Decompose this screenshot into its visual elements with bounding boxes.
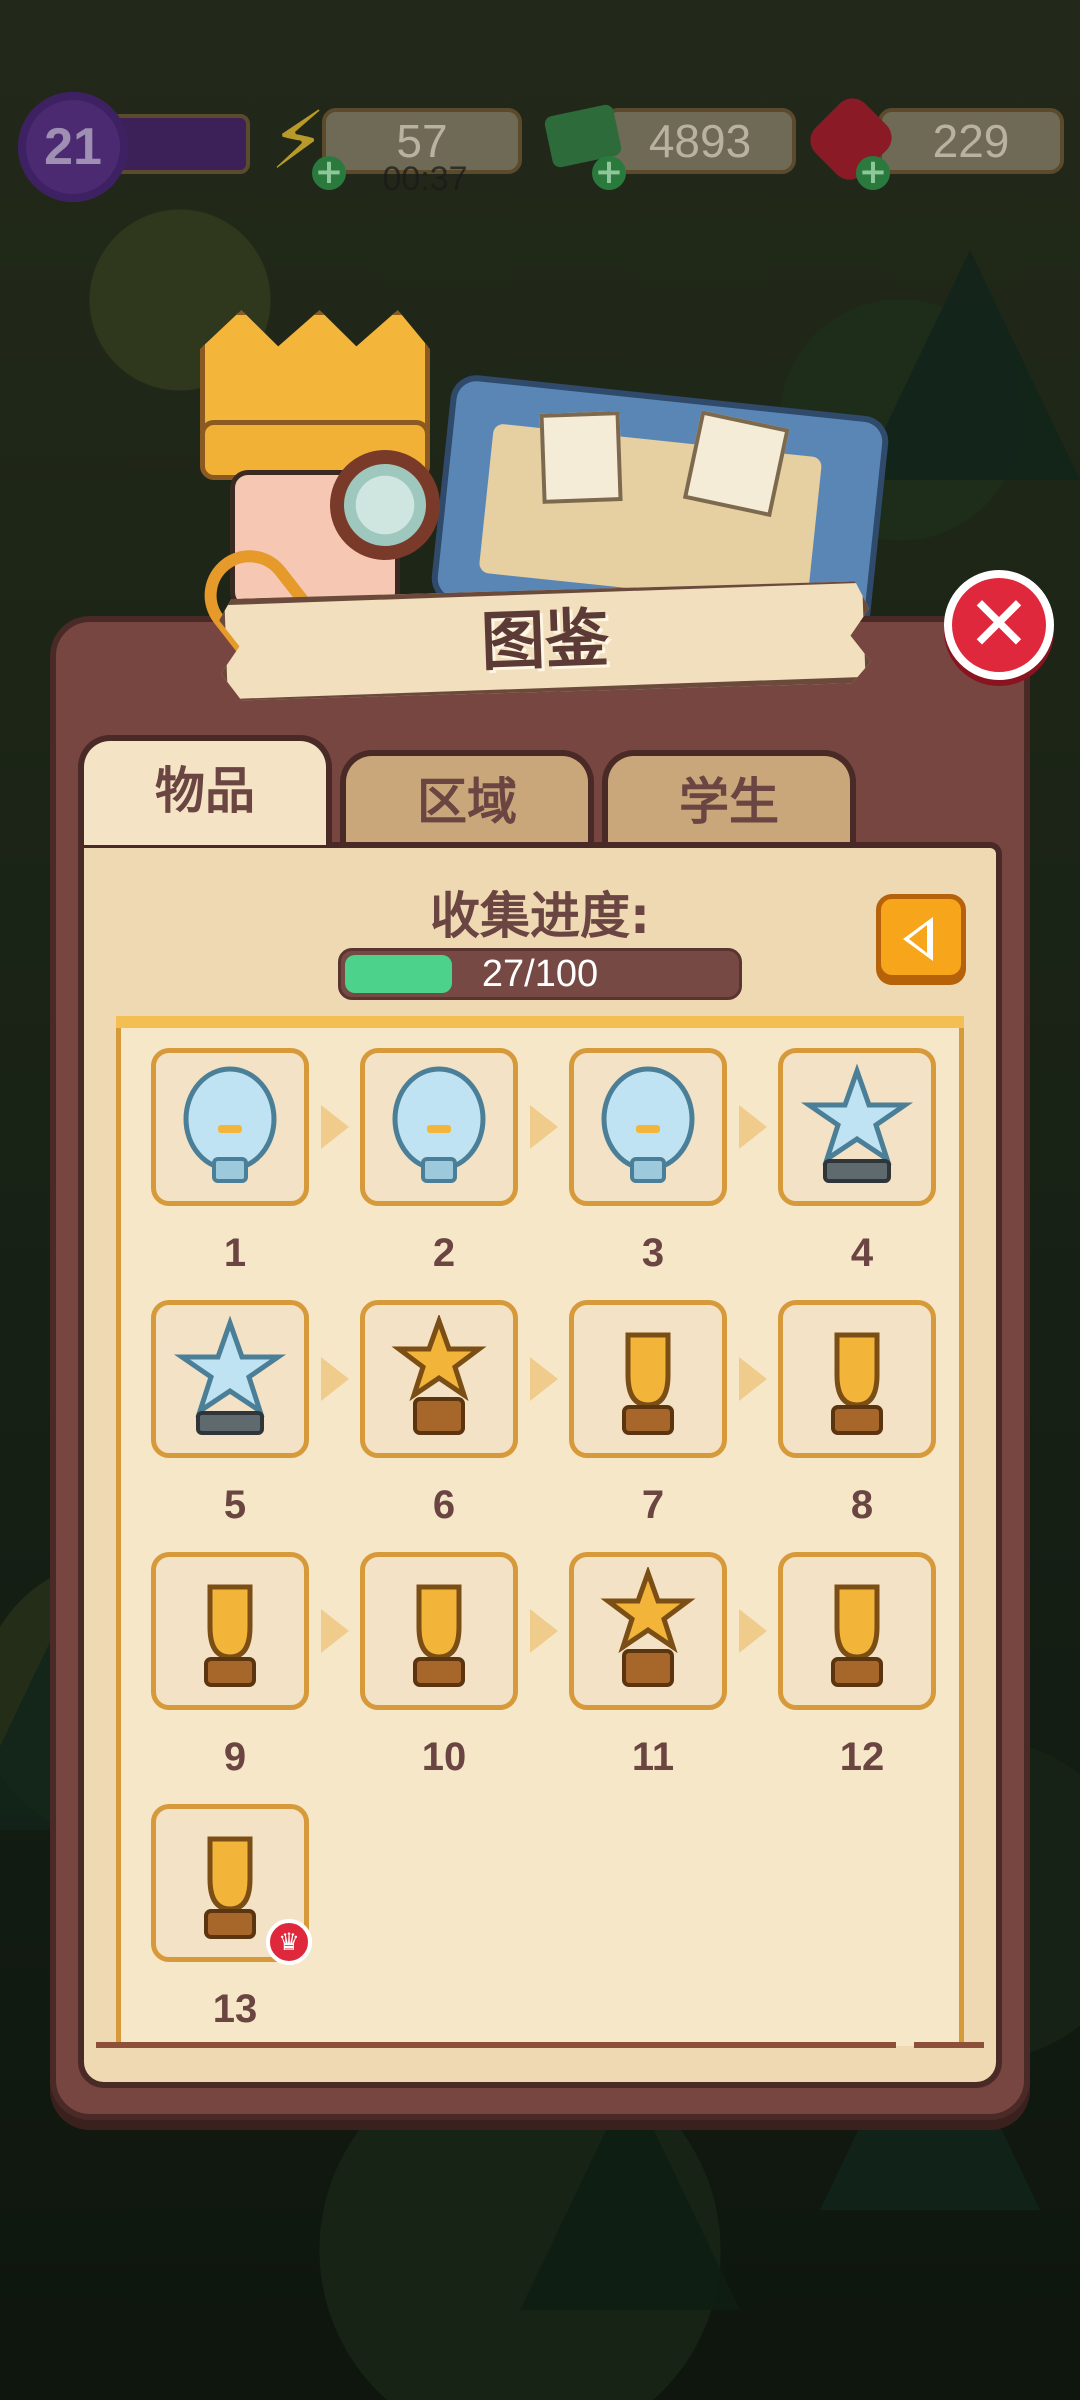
- close-button[interactable]: ✕: [944, 570, 1054, 680]
- item-number: 5: [223, 1483, 247, 1527]
- gold-cup-trophy-icon: [797, 1567, 917, 1695]
- back-button[interactable]: [876, 894, 966, 980]
- glass-star-trophy-icon: [797, 1063, 917, 1191]
- gold-winged-trophy-icon: [170, 1567, 290, 1695]
- scissors-note-icon: [682, 410, 790, 518]
- item-card[interactable]: 13 ♛: [151, 1804, 312, 2031]
- item-number: 10: [421, 1735, 467, 1779]
- item-number: 8: [850, 1483, 874, 1527]
- energy-timer: 00:37: [382, 160, 468, 198]
- chevron-right-icon: [739, 1609, 767, 1653]
- item-number: 3: [641, 1231, 665, 1275]
- item-card[interactable]: 12: [778, 1552, 936, 1779]
- add-gem-icon[interactable]: +: [856, 155, 890, 190]
- crown-badge-icon: ♛: [266, 1919, 312, 1965]
- item-card[interactable]: 4: [778, 1048, 936, 1275]
- chevron-right-icon: [321, 1105, 349, 1149]
- item-card[interactable]: 3: [569, 1048, 727, 1275]
- chevron-right-icon: [321, 1609, 349, 1653]
- gold-figure-trophy-icon: [588, 1315, 708, 1443]
- tab-areas[interactable]: 区域: [340, 750, 594, 850]
- item-card[interactable]: 11: [569, 1552, 727, 1779]
- progress-label: 收集进度:: [430, 887, 650, 945]
- item-number: 2: [432, 1231, 456, 1275]
- arrow-left-icon: [903, 917, 933, 961]
- progress-text: 27/100: [481, 953, 599, 995]
- gold-wing-trophy-icon: [379, 1567, 499, 1695]
- item-number: 13: [212, 1987, 258, 2031]
- item-card[interactable]: 1: [151, 1048, 309, 1275]
- chevron-right-icon: [321, 1357, 349, 1401]
- item-number: 1: [223, 1231, 247, 1275]
- level-value: 21: [44, 118, 102, 176]
- item-number: 11: [631, 1735, 675, 1779]
- item-card[interactable]: 6: [360, 1300, 518, 1527]
- progress-bar: 27/100: [338, 948, 742, 1000]
- gem-counter[interactable]: 229: [878, 108, 1064, 174]
- gold-star-award-icon: [588, 1565, 708, 1695]
- add-cash-icon[interactable]: +: [592, 155, 626, 190]
- magnifying-glass-icon: [330, 450, 440, 560]
- item-card[interactable]: 2: [360, 1048, 518, 1275]
- item-card[interactable]: 5: [151, 1300, 309, 1527]
- item-card[interactable]: 9: [151, 1552, 309, 1779]
- cash-value: 4893: [648, 115, 752, 167]
- tab-items[interactable]: 物品: [78, 735, 332, 845]
- gem-value: 229: [932, 115, 1010, 167]
- chevron-right-icon: [739, 1105, 767, 1149]
- cash-counter[interactable]: 4893: [604, 108, 796, 174]
- gold-star-trophy-icon: [379, 1313, 499, 1443]
- crystal-star-trophy-icon: [170, 1315, 290, 1443]
- panel-title: 图鉴: [479, 601, 611, 681]
- level-badge[interactable]: 21: [18, 92, 128, 202]
- tab-students[interactable]: 学生: [602, 750, 856, 850]
- close-icon: ✕: [967, 579, 1031, 668]
- item-number: 6: [432, 1483, 456, 1527]
- item-grid[interactable]: 1 2 3 4 5 6 7 8 9 10 11 12 13 ♛: [116, 1016, 964, 2046]
- item-number: 7: [641, 1483, 665, 1527]
- item-number: 12: [839, 1735, 885, 1779]
- scroll-track: [96, 2042, 896, 2048]
- grid-top-border: [116, 1016, 964, 1028]
- glass-shield-trophy-icon: [588, 1063, 708, 1191]
- chevron-right-icon: [530, 1609, 558, 1653]
- chevron-right-icon: [530, 1357, 558, 1401]
- chevron-right-icon: [739, 1357, 767, 1401]
- gold-abstract-trophy-icon: [797, 1315, 917, 1443]
- glass-round-trophy-icon: [170, 1063, 290, 1191]
- glass-plaque-trophy-icon: [379, 1063, 499, 1191]
- item-number: 9: [223, 1735, 247, 1779]
- item-number: 4: [850, 1231, 874, 1275]
- scroll-thumb[interactable]: [914, 2042, 984, 2048]
- chevron-right-icon: [530, 1105, 558, 1149]
- plant-note-icon: [539, 411, 623, 504]
- item-card[interactable]: 10: [360, 1552, 518, 1779]
- item-card[interactable]: 8: [778, 1300, 936, 1527]
- item-card[interactable]: 7: [569, 1300, 727, 1527]
- xp-bar: [110, 114, 250, 174]
